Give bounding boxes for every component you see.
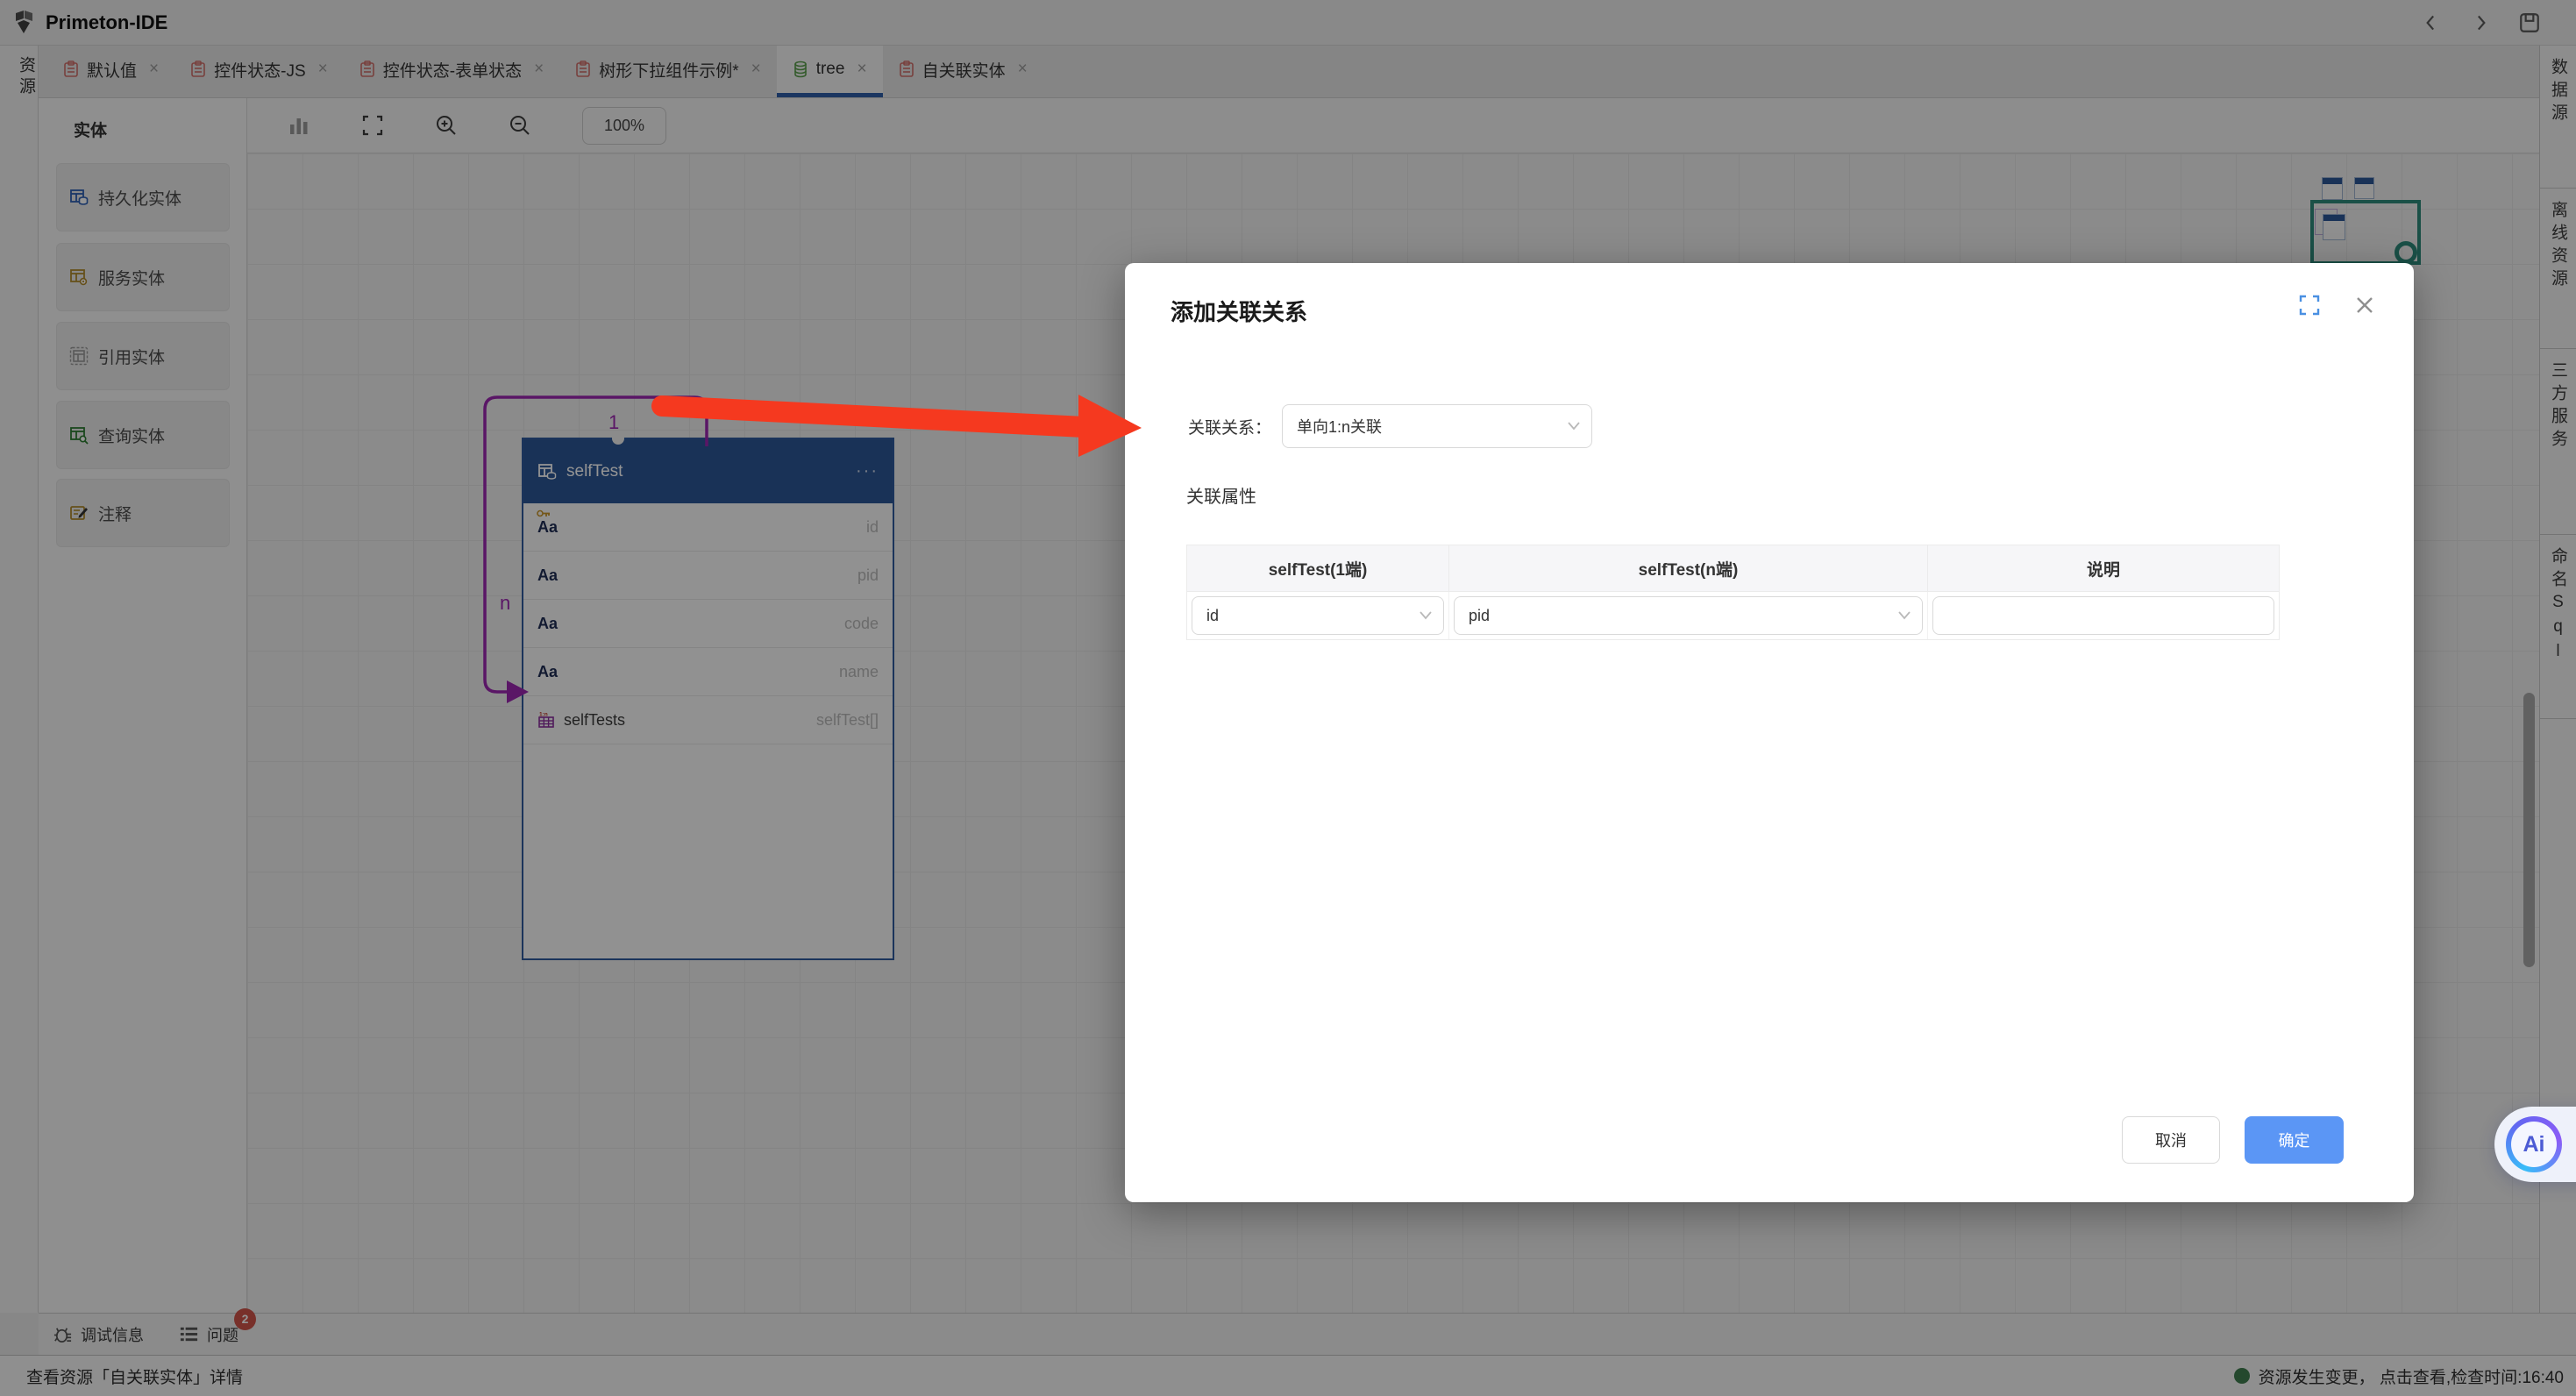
- dialog-close-icon[interactable]: [2352, 293, 2377, 317]
- dialog-title: 添加关联关系: [1171, 295, 1307, 327]
- relation-type-label: 关联关系：: [1188, 415, 1271, 438]
- relation-type-value: 单向1:n关联: [1297, 415, 1382, 438]
- table-row: id pid: [1187, 591, 2279, 639]
- ai-label: Ai: [2511, 1122, 2557, 1167]
- column-header-n-end: selfTest(n端): [1449, 545, 1928, 591]
- primeton-ide-window: Primeton-IDE 资源 默认值 × 控件状态-JS ×: [0, 0, 2576, 1396]
- add-association-dialog: 添加关联关系 关联关系： 单向1:n关联 关联属性 selfTest(1端) s…: [1125, 263, 2414, 1202]
- n-end-field-select[interactable]: pid: [1454, 596, 1923, 635]
- dialog-fullscreen-icon[interactable]: [2297, 293, 2322, 317]
- ai-gradient-ring-icon: Ai: [2506, 1116, 2562, 1172]
- chevron-down-icon: [1897, 610, 1911, 621]
- association-properties-table: selfTest(1端) selfTest(n端) 说明 id pid: [1186, 545, 2280, 640]
- ai-assistant-button[interactable]: Ai: [2494, 1107, 2576, 1182]
- one-end-field-value: id: [1206, 607, 1219, 625]
- column-header-description: 说明: [1928, 545, 2279, 591]
- n-end-field-value: pid: [1469, 607, 1490, 625]
- cancel-button[interactable]: 取消: [2122, 1116, 2220, 1164]
- description-input[interactable]: [1932, 596, 2274, 635]
- association-properties-title: 关联属性: [1186, 482, 1256, 508]
- chevron-down-icon: [1567, 421, 1581, 431]
- one-end-field-select[interactable]: id: [1192, 596, 1444, 635]
- relation-type-select[interactable]: 单向1:n关联: [1282, 404, 1592, 448]
- column-header-one-end: selfTest(1端): [1187, 545, 1449, 591]
- table-header-row: selfTest(1端) selfTest(n端) 说明: [1187, 545, 2279, 591]
- confirm-button[interactable]: 确定: [2245, 1116, 2344, 1164]
- chevron-down-icon: [1419, 610, 1433, 621]
